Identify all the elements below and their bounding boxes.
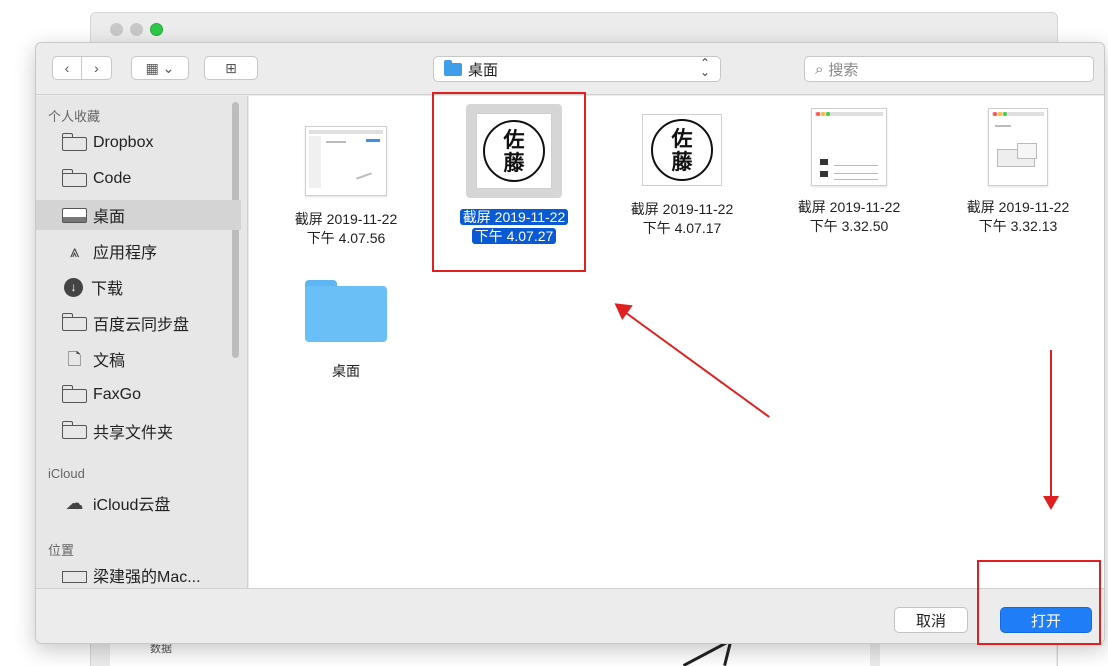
new-folder-button[interactable]: ⊞ [204,56,258,80]
search-input[interactable]: ⌕ 搜索 [804,56,1094,82]
highlight-box-open-button [977,560,1101,645]
folder-icon [61,313,87,331]
file-name: 截屏 2019-11-22 下午 3.32.13 [966,199,1070,234]
folder-item[interactable]: 桌面 [271,270,421,381]
file-name: 截屏 2019-11-22 下午 3.32.50 [797,199,901,234]
sidebar-header-locations: 位置 [48,543,75,558]
cloud-icon: ☁ [65,492,84,513]
file-name: 截屏 2019-11-22 下午 4.07.56 [294,211,398,246]
seal-thumbnail: 佐藤 [642,114,722,186]
screenshot-thumbnail [811,108,887,186]
location-label: 桌面 [468,61,499,79]
sidebar-item-label: 文稿 [93,353,126,370]
desktop-icon [62,207,87,223]
sidebar-item-applications[interactable]: ⩓ 应用程序 [36,236,241,266]
chevron-left-icon: ‹ [64,60,70,76]
sidebar-item-label: Code [93,170,132,187]
sidebar-item-faxgo[interactable]: FaxGo [36,380,241,410]
file-item[interactable]: 佐藤 截屏 2019-11-22 下午 4.07.17 [607,114,757,238]
forward-button[interactable]: › [82,56,112,80]
back-button[interactable]: ‹ [52,56,82,80]
dialog-toolbar: ‹ › ▦ ⌄ ⊞ 桌面 ⌃ ⌄ ⌕ 搜索 [36,43,1104,95]
sidebar-item-icloud-drive[interactable]: ☁ iCloud云盘 [36,488,241,518]
file-item[interactable]: 截屏 2019-11-22 下午 3.32.50 [774,108,924,236]
sidebar-item-code[interactable]: Code [36,164,241,194]
sidebar-item-label: Dropbox [93,134,154,151]
file-name: 桌面 [332,363,360,379]
view-mode-button[interactable]: ▦ ⌄ [131,56,189,80]
arrowhead-icon [1043,496,1059,510]
sidebar-item-desktop[interactable]: 桌面 [36,200,241,230]
sidebar-item-label: 应用程序 [93,245,158,262]
screenshot-thumbnail [988,108,1048,186]
download-icon: ↓ [64,277,83,297]
minimize-window-button[interactable] [130,23,143,36]
sidebar: 个人收藏 Dropbox Code 桌面 ⩓ 应用程序 ↓ 下载 百度云同步盘 … [36,96,248,588]
file-name: 截屏 2019-11-22 下午 4.07.17 [630,201,734,236]
applications-icon: ⩓ [69,241,80,261]
sidebar-item-label: iCloud云盘 [93,497,171,514]
file-item[interactable]: 截屏 2019-11-22 下午 4.07.56 [271,114,421,248]
computer-icon [62,571,87,583]
folder-icon [61,385,87,403]
close-window-button[interactable] [110,23,123,36]
sidebar-item-label: FaxGo [93,386,142,403]
location-popup[interactable]: 桌面 ⌃ ⌄ [433,56,721,82]
folder-icon [61,133,87,151]
sidebar-item-documents[interactable]: 🗋 文稿 [36,344,241,374]
sidebar-item-label: 百度云同步盘 [93,317,190,334]
sidebar-header-favorites: 个人收藏 [48,109,101,124]
sidebar-header-icloud: iCloud [48,466,85,481]
zoom-window-button[interactable] [150,23,163,36]
chevron-right-icon: › [94,60,99,76]
sidebar-item-label: 桌面 [93,209,126,226]
search-placeholder: 搜索 [828,61,859,79]
sidebar-item-shared-folder[interactable]: 共享文件夹 [36,416,241,446]
up-down-chevron-icon: ⌃ ⌄ [699,56,710,79]
sidebar-item-baidu-sync[interactable]: 百度云同步盘 [36,308,241,338]
search-icon: ⌕ [815,60,824,78]
sidebar-item-downloads[interactable]: ↓ 下载 [36,272,241,302]
folder-icon [61,421,87,439]
document-icon: 🗋 [67,349,82,369]
file-item[interactable]: 截屏 2019-11-22 下午 3.32.13 [943,108,1093,236]
icon-view-icon: ▦ ⌄ [145,59,175,76]
new-folder-icon: ⊞ [225,59,237,76]
folder-icon [305,280,387,342]
sidebar-item-mac[interactable]: 梁建强的Mac... [36,560,241,590]
dialog-button-bar: 取消 打开 [36,588,1104,643]
folder-icon [61,169,87,187]
sidebar-item-label: 下载 [91,281,124,298]
annotation-arrow-vertical [1050,350,1052,498]
sidebar-item-label: 梁建强的Mac... [93,569,201,586]
file-browser: 截屏 2019-11-22 下午 4.07.56 佐藤 截屏 2019-11-2… [249,96,1104,588]
sidebar-item-label: 共享文件夹 [93,425,174,442]
cancel-button[interactable]: 取消 [894,607,968,633]
folder-icon [444,59,462,76]
sidebar-item-dropbox[interactable]: Dropbox [36,128,241,158]
seal-image: 佐藤 [651,119,713,181]
screenshot-thumbnail [305,126,387,196]
highlight-box-selected-file [432,92,586,272]
